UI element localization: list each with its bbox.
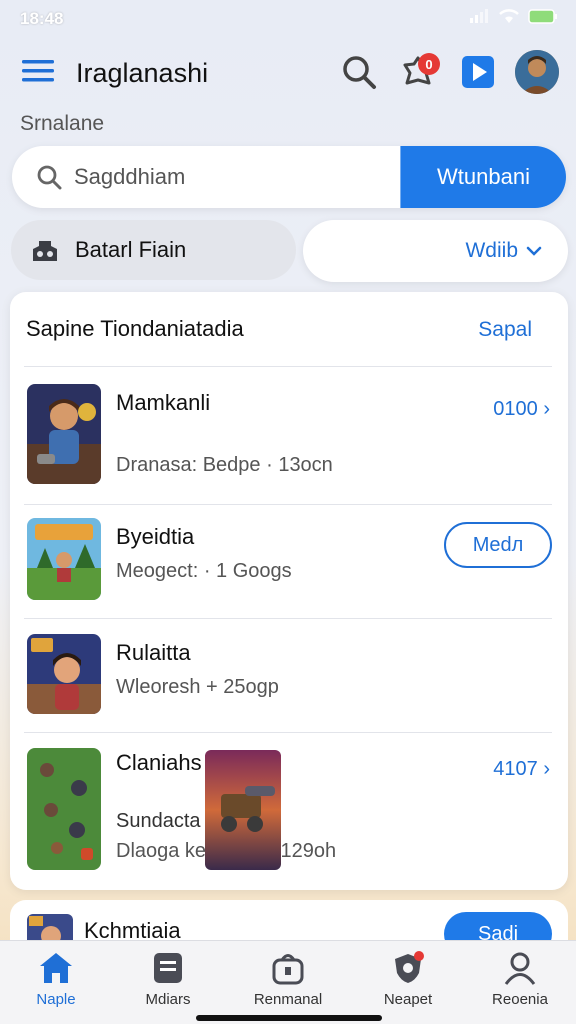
floating-thumbnail	[205, 750, 281, 870]
nav-item-documents[interactable]: Mdiars	[120, 951, 216, 1008]
chevron-right-icon: ›	[543, 398, 550, 420]
item-meta: Wleoresh + 25ogp	[116, 676, 279, 698]
chevron-right-icon: ›	[543, 758, 550, 780]
divider	[24, 504, 552, 505]
list-action-link[interactable]: Sapal	[478, 318, 532, 342]
menu-button[interactable]	[22, 58, 58, 88]
filter-dropdown[interactable]: Wdiib	[303, 220, 568, 282]
nav-label: Mdiars	[145, 991, 191, 1008]
divider	[24, 732, 552, 733]
status-bar: 18:48	[0, 0, 576, 36]
nav-item-security[interactable]: Neapet	[360, 951, 456, 1008]
header-search-button[interactable]	[337, 50, 381, 94]
wifi-icon	[499, 9, 519, 23]
list-card: Sapine Tiondaniatadia Sapal Mamkanli Dra…	[10, 292, 568, 890]
home-icon	[40, 953, 72, 983]
item-value-text: 0100	[493, 398, 538, 420]
search-icon	[343, 56, 376, 89]
filter-dropdown-label: Wdiib	[465, 239, 518, 262]
bag-icon	[272, 954, 304, 985]
nav-label: Neapet	[383, 991, 433, 1008]
shield-icon	[395, 951, 424, 983]
app-header: Iraglanashi 0	[0, 44, 576, 104]
status-time: 18:48	[20, 9, 64, 28]
item-value-text: 4107	[493, 758, 538, 780]
nav-label: Naple	[36, 991, 76, 1008]
item-name: Byeidtia	[116, 524, 195, 549]
home-indicator	[196, 1015, 382, 1021]
notification-badge: 0	[418, 53, 440, 75]
list-item[interactable]: Byeidtia Meogect: · 1 Googs Medл	[10, 506, 568, 618]
play-icon	[462, 56, 494, 88]
list-item[interactable]: Claniahs Sundacta Dlaoga kensgingy 129oh…	[10, 734, 568, 884]
avatar-image	[515, 50, 559, 94]
notifications-button[interactable]: 0	[396, 50, 440, 94]
item-name: Mamkanli	[116, 390, 211, 415]
section-label: Srnalane	[20, 112, 105, 135]
nav-item-store[interactable]: Renmanal	[240, 951, 336, 1008]
search-field-icon	[37, 165, 62, 190]
app-title: Iraglanashi	[76, 58, 209, 88]
chevron-down-icon	[526, 246, 542, 256]
nav-label: Reoenia	[492, 991, 548, 1008]
nav-item-profile[interactable]: Reoenia	[472, 951, 568, 1008]
list-item[interactable]: Rulaitta Wleoresh + 25ogp	[10, 620, 568, 732]
item-value: 4107 ›	[493, 758, 550, 781]
controller-icon	[33, 241, 57, 261]
status-icons	[470, 8, 558, 24]
play-button[interactable]	[456, 50, 500, 94]
game-thumbnail	[27, 748, 101, 870]
divider	[24, 366, 552, 367]
game-thumbnail	[27, 634, 101, 714]
item-action-button[interactable]: Medл	[444, 522, 552, 568]
item-name: Claniahs	[116, 750, 202, 775]
game-thumbnail	[27, 518, 101, 600]
list-title: Sapine Tiondaniatadia	[26, 316, 244, 341]
document-icon	[154, 953, 182, 983]
signal-icon	[470, 9, 488, 23]
nav-label: Renmanal	[253, 991, 323, 1008]
battery-icon	[528, 8, 557, 24]
item-value: 0100 ›	[493, 398, 550, 421]
search-bar: Wtunbani	[12, 146, 566, 208]
game-thumbnail	[27, 384, 101, 484]
bottom-nav: Naple Mdiars Renmanal Neapet Reoenia	[0, 940, 576, 1024]
item-meta: Dranasa: Bedpe · 13ocn	[116, 454, 333, 476]
filter-chip-left-label: Batarl Fiain	[75, 237, 187, 262]
user-icon	[504, 952, 536, 985]
filter-chip-left[interactable]: Batarl Fiain	[11, 220, 296, 280]
menu-icon	[22, 60, 54, 82]
list-item[interactable]: Mamkanli Dranasa: Bedpe · 13ocn 0100 ›	[10, 368, 568, 504]
divider	[24, 618, 552, 619]
search-input[interactable]	[74, 156, 384, 198]
search-submit-button[interactable]: Wtunbani	[400, 146, 566, 208]
profile-avatar[interactable]	[515, 50, 559, 94]
item-subtitle: Sundacta	[116, 810, 201, 832]
item-name: Rulaitta	[116, 640, 191, 665]
item-meta: Meogect: · 1 Googs	[116, 560, 292, 582]
nav-item-home[interactable]: Naple	[8, 951, 104, 1008]
